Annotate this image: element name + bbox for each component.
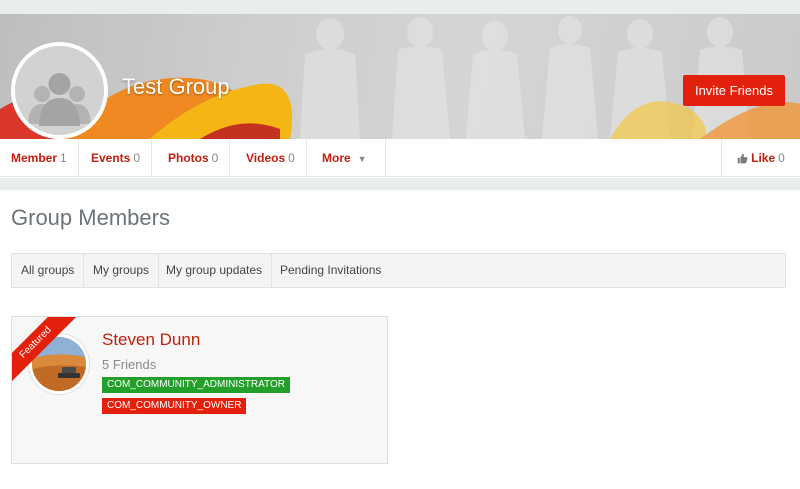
nav-member-count: 1 [60,151,67,165]
nav-videos-label: Videos [246,151,286,165]
tab-all-groups[interactable]: All groups [12,254,85,287]
member-name[interactable]: Steven Dunn [102,330,200,350]
section-divider [0,178,800,190]
member-card: Featured Steven Dunn 5 Friends COM_COMMU… [11,316,388,464]
group-cover: Test Group Invite Friends [0,14,800,139]
page-title: Group Members [11,205,170,230]
cover-image [0,14,800,139]
nav-photos-count: 0 [211,151,219,165]
role-badge-administrator: COM_COMMUNITY_ADMINISTRATOR [102,377,290,393]
group-title: Test Group [122,74,230,99]
nav-more-label: More [322,151,351,165]
role-badge-owner: COM_COMMUNITY_OWNER [102,398,247,414]
tab-my-group-updates[interactable]: My group updates [157,254,273,287]
group-avatar[interactable] [11,42,108,139]
top-strip [0,0,800,14]
tab-pending-invitations[interactable]: Pending Invitations [271,254,390,287]
tab-my-groups[interactable]: My groups [84,254,160,287]
nav-more[interactable]: More ▼ [311,139,386,177]
like-button[interactable]: Like 0 [721,139,800,177]
invite-friends-button[interactable]: Invite Friends [683,75,785,106]
group-avatar-icon [15,46,104,135]
nav-videos-count: 0 [288,151,295,165]
group-nav: Member 1 Events 0 Photos 0 Videos 0 More ▼ Li… [0,139,800,177]
nav-photos-label: Photos [168,151,209,165]
nav-events[interactable]: Events 0 [80,139,153,177]
like-label: Like [751,151,776,165]
nav-member-label: Member [11,151,58,165]
member-friends-count: 5 Friends [102,357,157,372]
members-tabs: All groups My groups My group updates Pe… [11,253,786,288]
chevron-down-icon: ▼ [357,154,367,164]
thumbs-up-icon [737,153,748,164]
like-count: 0 [778,151,785,165]
nav-events-label: Events [91,151,131,165]
nav-photos[interactable]: Photos 0 [157,139,231,177]
nav-events-count: 0 [133,151,141,165]
nav-videos[interactable]: Videos 0 [235,139,307,177]
nav-member[interactable]: Member 1 [0,139,79,177]
